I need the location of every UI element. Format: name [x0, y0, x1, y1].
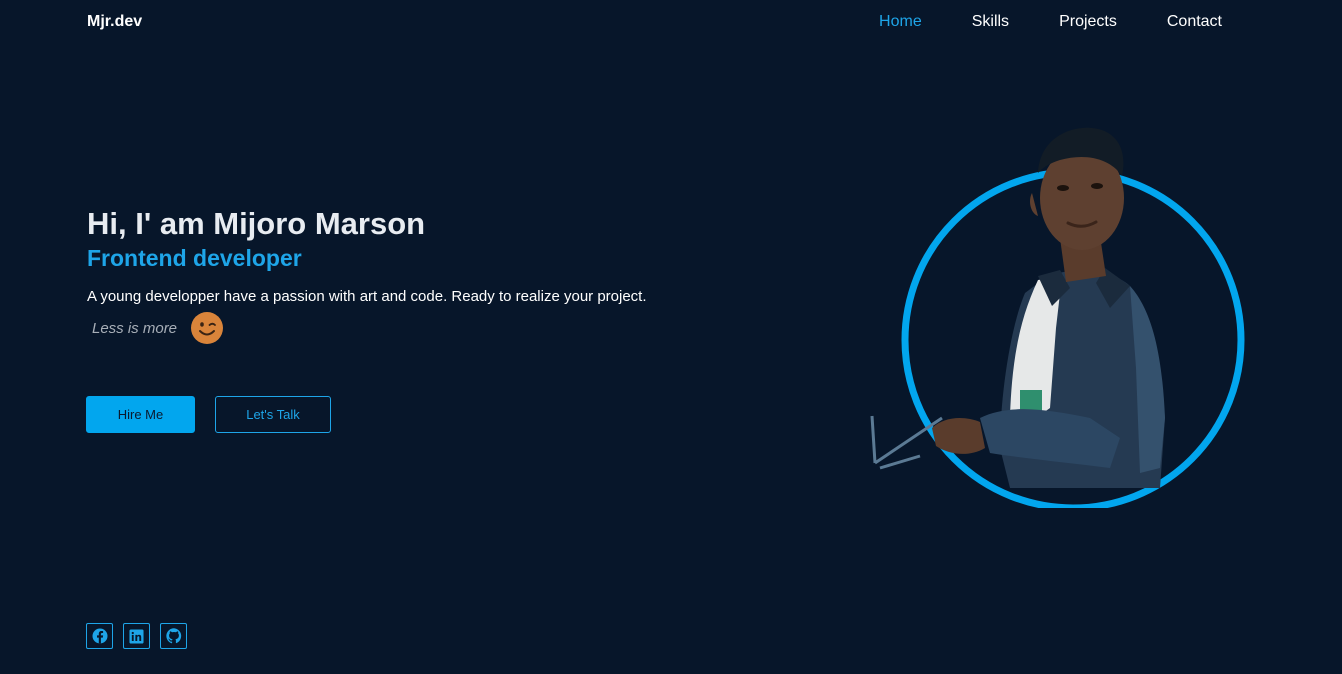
hero-description: A young developper have a passion with a… [87, 288, 647, 305]
motto-row: Less is more [92, 312, 667, 344]
github-icon[interactable] [160, 623, 187, 649]
profile-photo [870, 127, 1245, 508]
facebook-icon[interactable] [86, 623, 113, 649]
lets-talk-button[interactable]: Let's Talk [215, 396, 331, 433]
hero-section: Hi, I' am Mijoro Marson Frontend develop… [87, 206, 667, 344]
nav-link-skills[interactable]: Skills [972, 12, 1009, 32]
linkedin-icon[interactable] [123, 623, 150, 649]
hero-actions: Hire Me Let's Talk [86, 396, 331, 433]
motto-text: Less is more [92, 319, 178, 337]
page: Mjr.dev Home Skills Projects Contact Hi,… [0, 0, 1342, 674]
nav-link-home[interactable]: Home [879, 12, 922, 32]
winking-face-icon [191, 312, 224, 344]
nav-link-projects[interactable]: Projects [1059, 12, 1117, 32]
hire-me-button[interactable]: Hire Me [86, 396, 195, 433]
nav-link-contact[interactable]: Contact [1167, 12, 1222, 32]
hero-role: Frontend developer [87, 245, 302, 271]
brand-logo[interactable]: Mjr.dev [87, 13, 142, 31]
main-nav: Home Skills Projects Contact [829, 12, 1222, 32]
social-links [86, 623, 197, 649]
hero-title: Hi, I' am Mijoro Marson [87, 206, 426, 241]
